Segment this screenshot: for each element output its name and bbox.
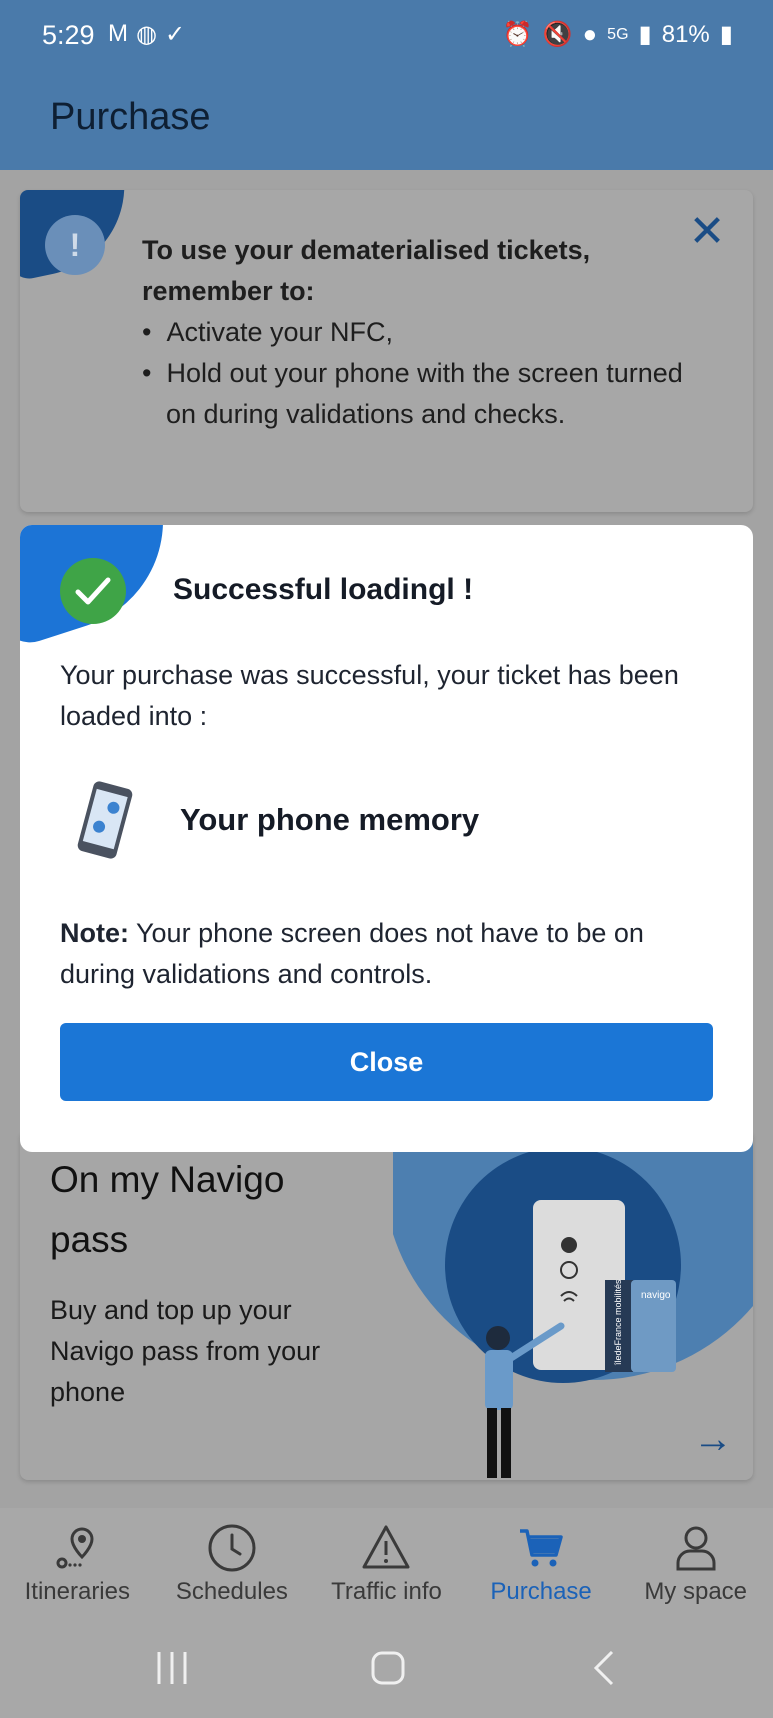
dialog-title: Successful loadingl ! [173,573,474,606]
success-dialog: Successful loadingl ! Your purchase was … [20,525,753,1152]
nav-label: My space [644,1578,748,1605]
recent-apps-icon[interactable] [155,1650,189,1686]
nav-label: Schedules [175,1578,288,1605]
volte-icon: ✓ [164,21,186,48]
info-card-bullet: • Activate your NFC, [142,317,394,347]
globe-icon: ◍ [136,21,157,48]
status-right-icons: ⏰ 🔇 ● 5G ▮ 81% ▮ [503,20,733,49]
destination-row: Your phone memory [75,780,479,860]
alarm-icon: ⏰ [502,21,533,48]
status-time: 5:29 [42,20,95,50]
dialog-body: Your purchase was successful, your ticke… [60,660,679,731]
battery-icon: ▮ [719,21,733,48]
warning-icon: ! [45,215,105,275]
5g-icon: 5G [607,25,629,43]
info-card-heading: To use your dematerialised tickets, reme… [142,235,591,306]
phone-icon [77,781,133,859]
nav-label: Traffic info [331,1578,442,1605]
back-icon[interactable] [592,1650,616,1686]
nav-item-schedules[interactable]: Schedules [155,1508,310,1620]
map-pin-icon [52,1522,102,1574]
signal-icon: ▮ [638,21,652,48]
battery-level: 81% [661,20,710,48]
home-icon[interactable] [370,1650,406,1686]
app-header: Purchase [0,70,773,170]
nav-label: Itineraries [24,1578,130,1605]
navigo-pass-card[interactable]: On my Navigo pass Buy and top up your Na… [20,1130,753,1480]
info-card-text: To use your dematerialised tickets, reme… [142,230,702,435]
gmail-icon: M [108,20,128,47]
user-icon [671,1522,721,1574]
warning-icon [361,1522,411,1574]
nav-item-itineraries[interactable]: Itineraries [0,1508,155,1620]
info-card-bullet: • Hold out your phone with the screen tu… [142,358,683,429]
location-icon: ● [582,20,598,48]
note-text: Your phone screen does not have to be on… [60,918,644,989]
destination-label: Your phone memory [180,802,480,837]
mute-icon: 🔇 [542,21,573,48]
cart-icon [516,1522,566,1574]
nfc-info-card: ! ✕ To use your dematerialised tickets, … [20,190,753,512]
bottom-nav: Itineraries Schedules Traffic info Purch… [0,1508,773,1620]
status-left-icons: M ◍ ✓ [108,20,185,49]
nav-item-traffic-info[interactable]: Traffic info [309,1508,464,1620]
nav-item-purchase[interactable]: Purchase [464,1508,619,1620]
nav-item-my-space[interactable]: My space [618,1508,773,1620]
card-logo-text: îledeFrance mobilités [613,1279,623,1366]
status-bar: 5:29 M ◍ ✓ ⏰ 🔇 ● 5G ▮ 81% ▮ [0,0,773,70]
arrow-right-icon[interactable]: → [693,1417,733,1462]
card-brand-text: navigo [641,1290,671,1301]
check-icon [60,558,126,624]
clock-icon [207,1522,257,1574]
note-label: Note: [60,918,129,948]
nav-label: Purchase [490,1578,592,1605]
navigo-card-description: Buy and top up your Navigo pass from you… [50,1295,321,1407]
dialog-note: Note: Your phone screen does not have to… [60,913,720,995]
system-nav-bar [0,1620,773,1718]
close-button[interactable]: Close [60,1023,713,1101]
navigo-card-title: On my Navigo pass [50,1159,285,1260]
page-title: Purchase [50,96,211,138]
